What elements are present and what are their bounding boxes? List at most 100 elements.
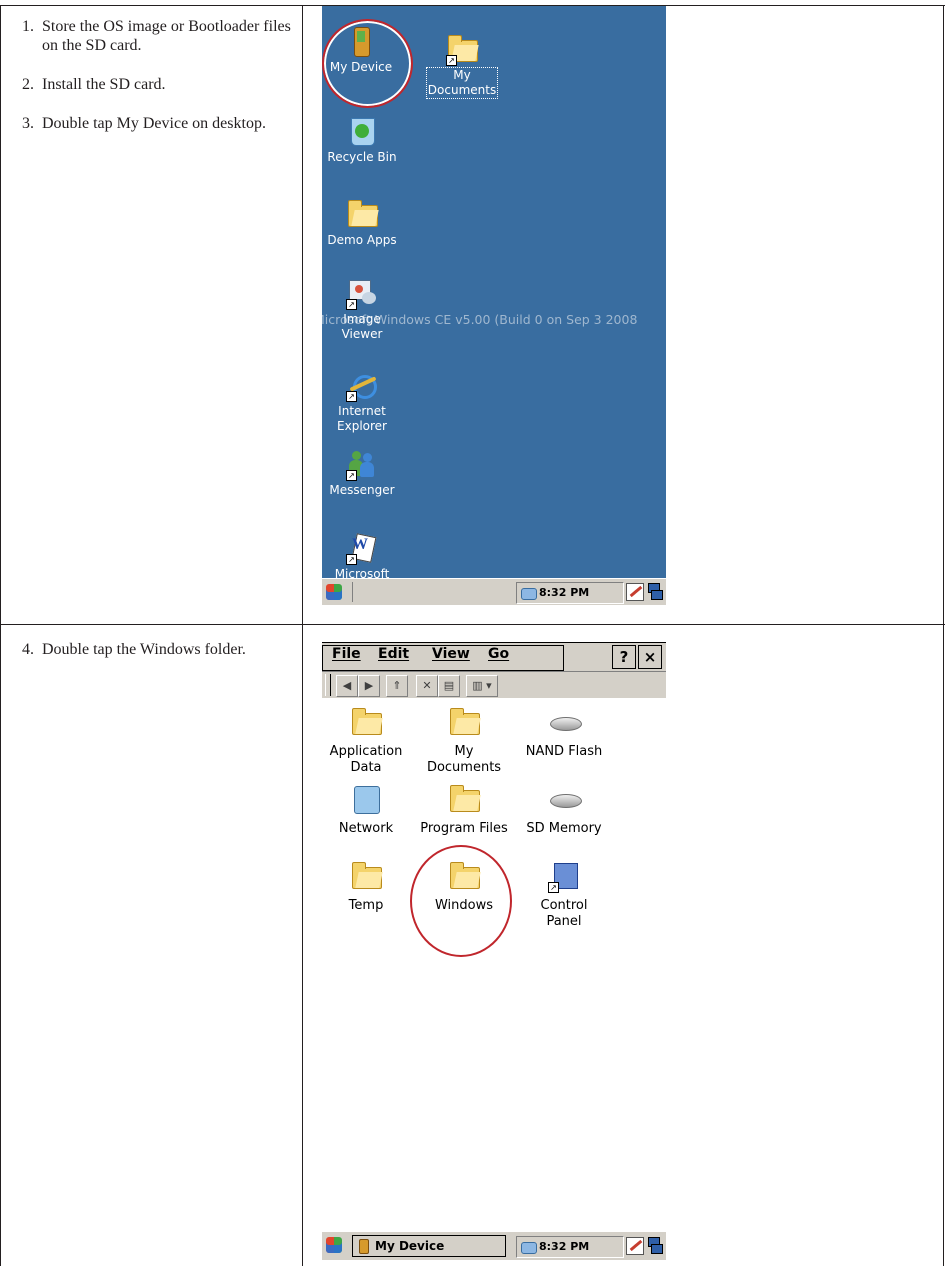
- desktop-icon-label: Image Viewer: [341, 312, 383, 341]
- messenger-icon: ↗: [346, 449, 378, 481]
- drive-nand-flash[interactable]: NAND Flash: [514, 707, 614, 760]
- toolbar-grip: [330, 674, 331, 696]
- folder-temp[interactable]: Temp: [322, 861, 416, 914]
- input-panel-icon[interactable]: [626, 1237, 644, 1255]
- window-switch-icon[interactable]: [648, 583, 663, 600]
- explorer-screenshot: File Edit View Go ? × ◀ ▶ ⇑ ✕ ▤ ▥ ▾ Appl…: [322, 642, 666, 1260]
- shortcut-arrow-icon: ↗: [346, 299, 357, 310]
- desktop-icon-label: Recycle Bin: [327, 150, 397, 164]
- desktop-icon-demo-apps[interactable]: Demo Apps: [322, 199, 402, 248]
- desktop-icon-label: My Documents: [426, 67, 498, 99]
- drive-sd-memory[interactable]: SD Memory: [514, 784, 614, 837]
- view-menu-icon[interactable]: ▥ ▾: [466, 675, 498, 697]
- desktop-icon-internet-explorer[interactable]: ↗ Internet Explorer: [322, 370, 402, 434]
- shortcut-arrow-icon: ↗: [346, 554, 357, 565]
- explorer-taskbar: My Device 8:32 PM: [322, 1231, 666, 1260]
- step-1: 1. Store the OS image or Bootloader files…: [22, 18, 291, 54]
- menu-go[interactable]: Go: [488, 646, 509, 662]
- item-label: NAND Flash: [525, 744, 603, 759]
- close-button[interactable]: ×: [638, 645, 662, 669]
- folder-icon: [448, 784, 480, 816]
- desktop-icon-label: Messenger: [329, 483, 395, 497]
- shortcut-arrow-icon: ↗: [346, 391, 357, 402]
- menu-edit[interactable]: Edit: [378, 646, 409, 662]
- step-1-text: Store the OS image or Bootloader files o…: [42, 18, 291, 54]
- folder-icon: [350, 861, 382, 893]
- recycle-bin-icon: [346, 116, 378, 148]
- system-tray: 8:32 PM: [516, 1236, 624, 1258]
- item-label: SD Memory: [526, 821, 602, 836]
- taskbar-window-label: My Device: [375, 1239, 445, 1253]
- table-row-divider: [0, 624, 945, 625]
- properties-icon[interactable]: ▤: [438, 675, 460, 697]
- forward-arrow-icon[interactable]: ▶: [358, 675, 380, 697]
- desktop-screenshot: Microsoft Windows CE v5.00 (Build 0 on S…: [322, 6, 666, 605]
- item-label: My Documents: [426, 744, 502, 775]
- help-button[interactable]: ?: [612, 645, 636, 669]
- taskbar-window-button[interactable]: My Device: [352, 1235, 506, 1257]
- internet-explorer-icon: ↗: [346, 370, 378, 402]
- explorer-toolbar: ◀ ▶ ⇑ ✕ ▤ ▥ ▾: [322, 672, 666, 698]
- step-3: 3. Double tap My Device on desktop.: [22, 115, 266, 132]
- highlight-circle-my-device: [322, 19, 413, 108]
- item-label: Control Panel: [540, 898, 588, 929]
- highlight-circle-windows: [410, 845, 512, 957]
- step-4-text: Double tap the Windows folder.: [42, 641, 246, 658]
- tray-clock: 8:32 PM: [539, 586, 590, 599]
- shortcut-arrow-icon: ↗: [446, 55, 457, 66]
- folder-network[interactable]: Network: [322, 784, 416, 837]
- desktop-icon-messenger[interactable]: ↗ Messenger: [322, 449, 402, 498]
- system-tray: 8:32 PM: [516, 582, 624, 604]
- network-tray-icon[interactable]: [521, 588, 537, 600]
- desktop-icon-label: Internet Explorer: [337, 404, 387, 433]
- windows-flag-icon: [326, 584, 342, 600]
- desktop-icon-microsoft-word[interactable]: W ↗ Microsoft: [322, 533, 402, 582]
- table-left-border: [0, 5, 1, 1266]
- step-3-text: Double tap My Device on desktop.: [42, 115, 266, 132]
- network-icon: [350, 784, 382, 816]
- window-switch-icon[interactable]: [648, 1237, 663, 1254]
- windows-flag-icon: [326, 1237, 342, 1253]
- up-folder-icon[interactable]: ⇑: [386, 675, 408, 697]
- steps-list-2: 4. Double tap the Windows folder.: [22, 640, 272, 679]
- desktop-icon-recycle-bin[interactable]: Recycle Bin: [322, 116, 402, 165]
- table-column-divider: [302, 5, 303, 1266]
- desktop-icon-my-documents[interactable]: ↗ My Documents: [424, 34, 500, 99]
- start-button[interactable]: [326, 1235, 348, 1255]
- back-arrow-icon[interactable]: ◀: [336, 675, 358, 697]
- input-panel-icon[interactable]: [626, 583, 644, 601]
- quick-launch-separator: [352, 582, 353, 602]
- item-label: Temp: [348, 898, 384, 913]
- folder-my-documents[interactable]: My Documents: [414, 707, 514, 776]
- item-label: Program Files: [420, 821, 508, 836]
- shortcut-control-panel[interactable]: ↗ Control Panel: [514, 861, 614, 930]
- folder-program-files[interactable]: Program Files: [414, 784, 514, 837]
- item-label: Network: [338, 821, 394, 836]
- step-4: 4. Double tap the Windows folder.: [22, 641, 246, 658]
- menu-file[interactable]: File: [332, 646, 361, 662]
- menu-view[interactable]: View: [432, 646, 470, 662]
- shortcut-arrow-icon: ↗: [548, 882, 559, 893]
- shortcut-arrow-icon: ↗: [346, 470, 357, 481]
- image-viewer-icon: ↗: [346, 278, 378, 310]
- delete-icon[interactable]: ✕: [416, 675, 438, 697]
- desktop-taskbar: 8:32 PM: [322, 578, 666, 605]
- folder-icon: [350, 707, 382, 739]
- desktop-icon-image-viewer[interactable]: ↗ Image Viewer: [322, 278, 402, 342]
- step-2: 2. Install the SD card.: [22, 76, 166, 93]
- step-2-text: Install the SD card.: [42, 76, 166, 93]
- word-document-icon: W ↗: [346, 533, 378, 565]
- table-right-border: [943, 5, 944, 1266]
- control-panel-icon: ↗: [548, 861, 580, 893]
- drive-icon: [548, 784, 582, 816]
- tray-clock: 8:32 PM: [539, 1240, 590, 1253]
- folder-icon: [346, 199, 378, 231]
- folder-application-data[interactable]: Application Data: [322, 707, 416, 776]
- network-tray-icon[interactable]: [521, 1242, 537, 1254]
- menu-bar: File Edit View Go ? ×: [322, 643, 666, 672]
- drive-icon: [548, 707, 582, 739]
- start-button[interactable]: [326, 582, 348, 602]
- item-label: Application Data: [329, 744, 403, 775]
- folder-icon: [448, 707, 480, 739]
- pda-icon: [359, 1239, 369, 1254]
